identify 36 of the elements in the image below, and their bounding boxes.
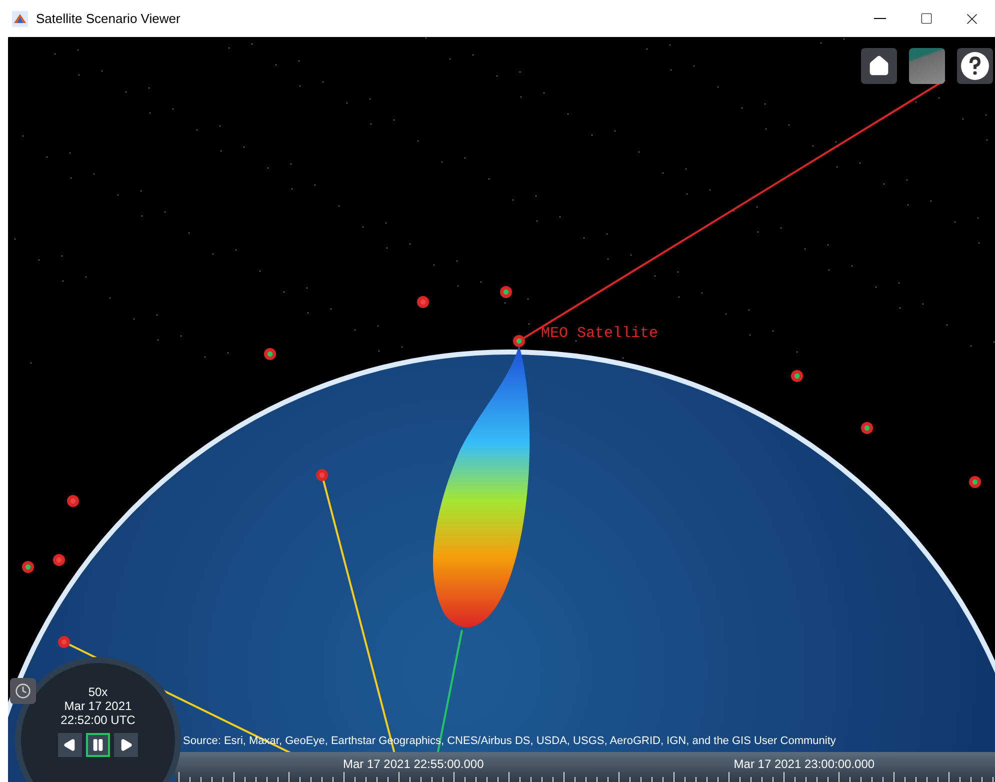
timeline-label: Mar 17 2021 23:00:00.000 <box>734 756 875 773</box>
satellite-marker[interactable] <box>513 335 525 347</box>
timeline-bar[interactable]: Mar 17 2021 22:55:00.000 Mar 17 2021 23:00:00.000 <box>175 752 995 782</box>
satellite-marker[interactable] <box>417 296 429 308</box>
minimize-icon <box>874 18 886 20</box>
help-button[interactable] <box>957 48 993 84</box>
satellite-marker[interactable] <box>969 476 981 488</box>
satellite-marker[interactable] <box>791 370 803 382</box>
speed-text: 50x <box>88 685 108 699</box>
satellite-marker[interactable] <box>316 469 328 481</box>
pause-icon <box>91 738 105 752</box>
satellite-marker[interactable] <box>58 636 70 648</box>
window-title: Satellite Scenario Viewer <box>36 10 180 28</box>
satellite-marker[interactable] <box>861 422 873 434</box>
satellite-label: MEO Satellite <box>541 324 658 344</box>
help-icon <box>960 51 990 81</box>
satellite-marker[interactable] <box>22 561 34 573</box>
app-icon <box>12 10 28 26</box>
satellite-marker[interactable] <box>53 554 65 566</box>
time-text: 22:52:00 UTC <box>60 713 136 727</box>
clock-icon <box>15 683 31 699</box>
reverse-icon <box>63 738 77 752</box>
maximize-icon <box>920 12 932 25</box>
satellite-marker[interactable] <box>500 286 512 298</box>
globe-viewport[interactable] <box>8 37 995 782</box>
home-button[interactable] <box>861 48 897 84</box>
timeline-label: Mar 17 2021 22:55:00.000 <box>343 756 484 773</box>
reverse-button[interactable] <box>58 733 82 757</box>
home-icon <box>868 55 890 77</box>
satellite-marker[interactable] <box>67 495 79 507</box>
pause-button[interactable] <box>86 733 110 757</box>
play-icon <box>119 738 133 752</box>
date-text: Mar 17 2021 <box>64 699 132 713</box>
satellite-marker[interactable] <box>264 348 276 360</box>
play-button[interactable] <box>114 733 138 757</box>
clock-button[interactable] <box>10 678 36 704</box>
